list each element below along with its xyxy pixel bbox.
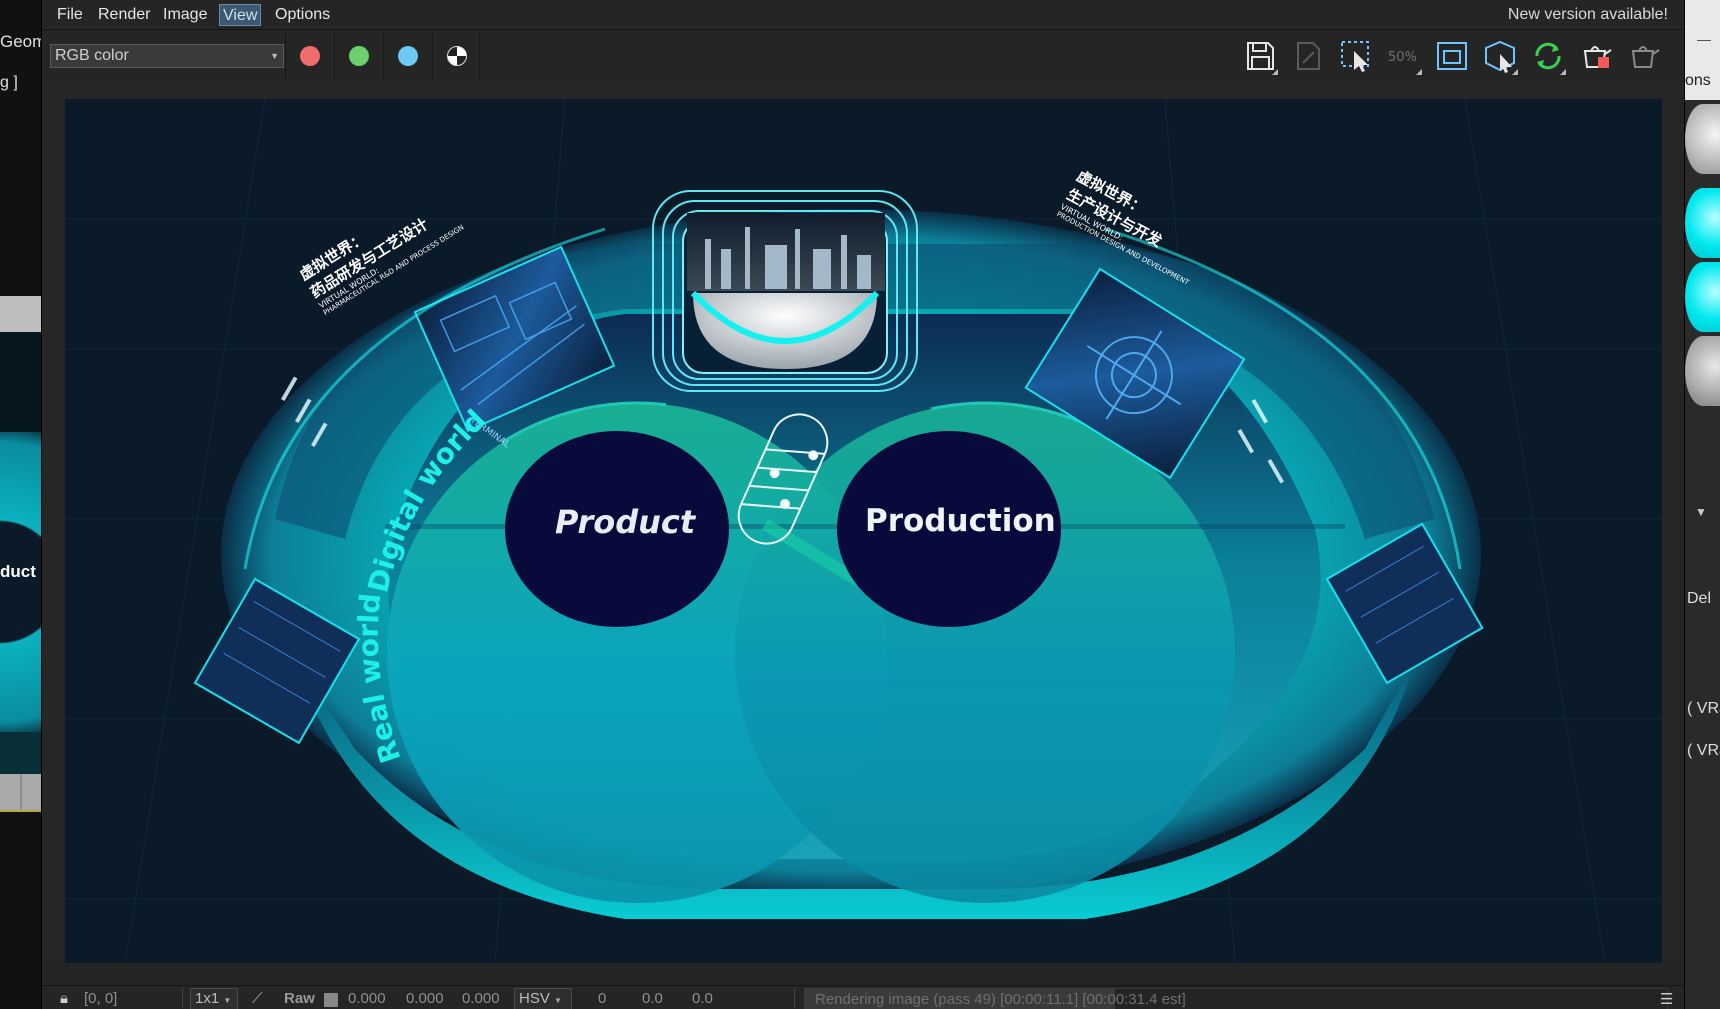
chevron-down-icon: ▼ [270,51,279,61]
material-preview-cyan[interactable] [1685,188,1720,258]
ratio-value: 1x1 [195,990,220,1007]
menu-render[interactable]: Render [95,4,153,26]
teapot-icon [1631,46,1660,68]
left-background-panel: Geom g ] duct [0,0,42,1009]
hsv-v: 0.0 [692,990,713,1007]
menu-options[interactable]: Options [272,4,333,26]
toolbar: RGB color ▼ 50% [42,31,1684,81]
dropdown-triangle [1272,69,1278,75]
refresh-render-button[interactable] [1528,37,1568,75]
left-thumbnail [0,774,41,812]
history-icon[interactable]: ☰ [1660,990,1673,1008]
production-label: Production [865,503,1056,539]
render-button[interactable] [1624,37,1664,75]
zoom-label: 50% [1388,50,1417,65]
color-mode-dropdown[interactable]: HSV ▼ [514,988,572,1009]
blue-channel-button[interactable] [383,32,431,80]
product-label: Product [555,503,696,541]
scene-render: TERMINAL Digital world Real world [65,99,1662,963]
raw-toggle-label[interactable]: Raw [284,990,315,1007]
curve-icon[interactable]: ⟋ [252,990,263,1007]
region-render-button[interactable] [1336,37,1376,75]
menu-file[interactable]: File [54,4,86,26]
left-panel-bracket: g ] [0,74,18,91]
dropdown-triangle [1416,69,1422,75]
top-screen-kiosk [652,190,918,392]
separator [794,988,795,1008]
right-panel-del-button[interactable]: Del [1687,590,1711,608]
blue-dot-icon [398,46,418,66]
alpha-channel-button[interactable] [432,32,480,80]
color-mode-value: HSV [519,990,550,1007]
material-preview-white[interactable] [1685,104,1720,174]
zoom-level-button[interactable]: 50% [1384,37,1424,75]
left-panel-product-text: duct [0,562,36,581]
rgb-value-g: 0.000 [406,990,444,1007]
menu-bar: File Render Image View Options New versi… [42,0,1684,30]
clear-image-button[interactable] [1288,37,1328,75]
chevron-down-icon: ▼ [554,996,562,1005]
red-dot-icon [300,46,320,66]
right-background-panel: ons ▼ Del ( VRa ( VRa [1684,0,1720,1009]
rgb-value-b: 0.000 [462,990,500,1007]
chevron-down-icon[interactable]: ▼ [1695,505,1707,519]
chevron-down-icon: ▼ [223,996,232,1005]
clear-image-icon [1297,42,1320,70]
track-mouse-button[interactable] [1480,37,1520,75]
right-panel-tab[interactable]: ons [1685,72,1711,90]
green-dot-icon [349,46,369,66]
channel-dropdown[interactable]: RGB color ▼ [50,44,284,68]
red-channel-button[interactable] [285,32,333,80]
material-preview-grey[interactable] [1685,336,1720,406]
material-preview-cyan[interactable] [1685,262,1720,332]
left-thumbnail [0,732,41,774]
save-image-button[interactable] [1240,37,1280,75]
right-panel-vray-item[interactable]: ( VRa [1687,742,1720,760]
menu-view[interactable]: View [219,4,262,26]
crop-region-button[interactable] [1432,37,1472,75]
left-panel-text: Geom [0,32,42,51]
teapot-stop-icon [1583,46,1612,68]
rendered-image[interactable]: TERMINAL Digital world Real world Produc… [65,99,1662,963]
crop-icon [1437,42,1467,70]
alpha-icon [447,46,467,66]
channel-dropdown-value: RGB color [55,47,129,64]
right-panel-header: ons [1685,0,1720,100]
ratio-dropdown[interactable]: 1x1 ▼ [190,988,238,1009]
left-thumbnail [0,332,41,432]
left-thumbnail [0,432,41,732]
right-panel-vray-item[interactable]: ( VRa [1687,700,1720,718]
green-channel-button[interactable] [334,32,382,80]
new-version-notice[interactable]: New version available! [1508,6,1668,24]
dropdown-triangle [1512,69,1518,75]
dropdown-triangle [1560,69,1566,75]
pixel-coords: [0, 0] [84,990,118,1007]
render-progress-text: Rendering image (pass 49) [00:00:11.1] [… [815,991,1186,1008]
render-viewport[interactable]: TERMINAL Digital world Real world Produc… [42,82,1684,963]
menu-image[interactable]: Image [160,4,210,26]
rgb-value-r: 0.000 [348,990,386,1007]
status-bar: 🔒︎ [0, 0] 1x1 ▼ ⟋ Raw 0.000 0.000 0.000 … [42,985,1684,1009]
separator [182,988,183,1008]
hsv-s: 0.0 [642,990,663,1007]
render-progress-bar: Rendering image (pass 49) [00:00:11.1] [… [804,988,1668,1009]
region-select-icon [1341,41,1369,72]
stop-render-button[interactable] [1576,37,1616,75]
left-thumbnail [0,296,41,332]
lock-icon[interactable]: 🔒︎ [60,990,68,1007]
color-swatch [324,993,338,1007]
minimize-icon[interactable] [1697,40,1711,41]
frame-buffer-window: File Render Image View Options New versi… [42,0,1684,1009]
hsv-h: 0 [598,990,607,1007]
